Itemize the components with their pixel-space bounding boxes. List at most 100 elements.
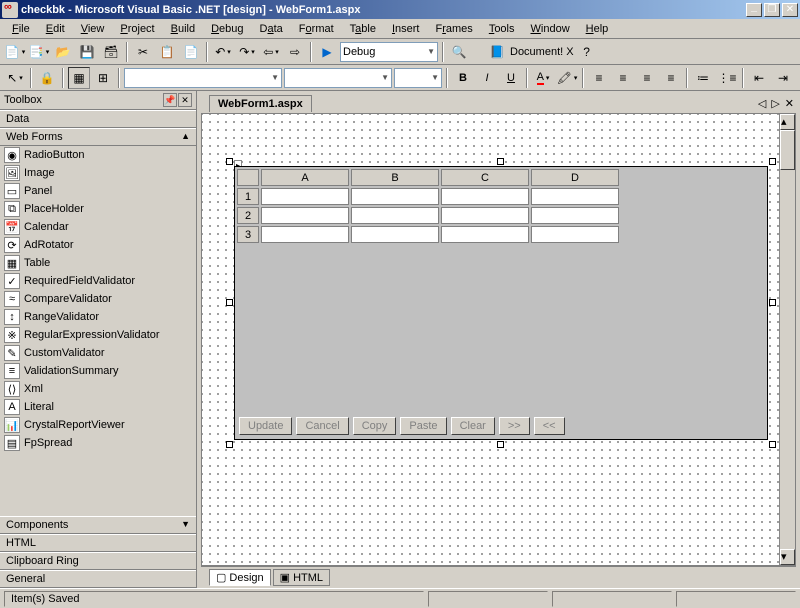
- spread-grid[interactable]: ABCD 1 2 3: [235, 167, 621, 245]
- redo-button[interactable]: ↷: [236, 41, 258, 63]
- menu-window[interactable]: Window: [523, 21, 578, 37]
- nav-fwd-button[interactable]: ⇨: [284, 41, 306, 63]
- size-combo[interactable]: ▼: [394, 68, 442, 88]
- find-button[interactable]: 🔍: [448, 41, 470, 63]
- bold-button[interactable]: B: [452, 67, 474, 89]
- toolbox-item[interactable]: ▭Panel: [0, 182, 196, 200]
- add-item-button[interactable]: 📑: [28, 41, 50, 63]
- menu-frames[interactable]: Frames: [428, 21, 481, 37]
- docx-help-button[interactable]: ?: [576, 41, 598, 63]
- toolbox-item[interactable]: ▦Table: [0, 254, 196, 272]
- snap-button[interactable]: ⊞: [92, 67, 114, 89]
- menu-table[interactable]: Table: [342, 21, 384, 37]
- pointer-button[interactable]: ↖: [4, 67, 26, 89]
- spread-clear-button[interactable]: Clear: [451, 417, 495, 435]
- undo-button[interactable]: ↶: [212, 41, 234, 63]
- menu-debug[interactable]: Debug: [203, 21, 251, 37]
- design-surface[interactable]: ▴ ▾ ▸ ABCD 1 2 3: [201, 113, 796, 566]
- menu-build[interactable]: Build: [163, 21, 203, 37]
- toolbox-item[interactable]: ALiteral: [0, 398, 196, 416]
- menu-project[interactable]: Project: [112, 21, 162, 37]
- spread-update-button[interactable]: Update: [239, 417, 292, 435]
- toolbox-cat-html[interactable]: HTML: [0, 534, 196, 552]
- ol-button[interactable]: ≔: [692, 67, 714, 89]
- toolbox-item[interactable]: 📊CrystalReportViewer: [0, 416, 196, 434]
- nav-back-button[interactable]: ⇦: [260, 41, 282, 63]
- toolbox-item[interactable]: ≈CompareValidator: [0, 290, 196, 308]
- menu-format[interactable]: Format: [291, 21, 342, 37]
- new-project-button[interactable]: 📄: [4, 41, 26, 63]
- design-view-tab[interactable]: ▢Design: [209, 569, 271, 586]
- app-icon: [2, 2, 18, 18]
- spread--button[interactable]: >>: [499, 417, 530, 435]
- toolbox-cat-webforms[interactable]: Web Forms▲: [0, 128, 196, 146]
- toolbox-close-icon[interactable]: ✕: [178, 93, 192, 107]
- toolbox-item[interactable]: 🖼Image: [0, 164, 196, 182]
- menu-data[interactable]: Data: [252, 21, 291, 37]
- toolbox-item[interactable]: ⟳AdRotator: [0, 236, 196, 254]
- italic-button[interactable]: I: [476, 67, 498, 89]
- align-left-button[interactable]: ≡: [588, 67, 610, 89]
- tab-close-icon[interactable]: ✕: [783, 97, 796, 110]
- tab-next-icon[interactable]: ▷: [769, 97, 781, 110]
- toolbox-cat-data[interactable]: Data: [0, 110, 196, 128]
- minimize-button[interactable]: _: [746, 3, 762, 17]
- outdent-button[interactable]: ⇤: [748, 67, 770, 89]
- open-button[interactable]: 📂: [52, 41, 74, 63]
- restore-button[interactable]: ❐: [764, 3, 780, 17]
- toolbox-item[interactable]: ⟨⟩Xml: [0, 380, 196, 398]
- toolbox-item[interactable]: ✓RequiredFieldValidator: [0, 272, 196, 290]
- docx-icon[interactable]: 📘: [486, 41, 508, 63]
- close-button[interactable]: ✕: [782, 3, 798, 17]
- vertical-scrollbar[interactable]: ▴ ▾: [779, 114, 795, 565]
- align-justify-button[interactable]: ≡: [660, 67, 682, 89]
- backcolor-button[interactable]: 🖍: [556, 67, 578, 89]
- menu-tools[interactable]: Tools: [481, 21, 523, 37]
- forecolor-button[interactable]: A: [532, 67, 554, 89]
- save-button[interactable]: 💾: [76, 41, 98, 63]
- toolbox-cat-general[interactable]: General: [0, 570, 196, 588]
- config-combo[interactable]: Debug▼: [340, 42, 438, 62]
- toolbar-standard: 📄 📑 📂 💾 🗃 ✂ 📋 📄 ↶ ↷ ⇦ ⇨ ▶ Debug▼ 🔍 📘 Doc…: [0, 39, 800, 65]
- menu-file[interactable]: File: [4, 21, 38, 37]
- menu-insert[interactable]: Insert: [384, 21, 428, 37]
- spread-paste-button[interactable]: Paste: [400, 417, 446, 435]
- lock-button[interactable]: 🔒: [36, 67, 58, 89]
- save-all-button[interactable]: 🗃: [100, 41, 122, 63]
- toolbox-item[interactable]: ≡ValidationSummary: [0, 362, 196, 380]
- menu-help[interactable]: Help: [578, 21, 617, 37]
- underline-button[interactable]: U: [500, 67, 522, 89]
- toolbox-item[interactable]: 📅Calendar: [0, 218, 196, 236]
- ul-button[interactable]: ⋮≡: [716, 67, 738, 89]
- start-button[interactable]: ▶: [316, 41, 338, 63]
- toolbox-item[interactable]: ▤FpSpread: [0, 434, 196, 452]
- toolbox-item-icon: ✓: [4, 273, 20, 289]
- spread--button[interactable]: <<: [534, 417, 565, 435]
- toolbox-cat-clipboard[interactable]: Clipboard Ring: [0, 552, 196, 570]
- spread-cancel-button[interactable]: Cancel: [296, 417, 348, 435]
- cut-button[interactable]: ✂: [132, 41, 154, 63]
- toolbox-cat-components[interactable]: Components▼: [0, 516, 196, 534]
- font-combo[interactable]: ▼: [284, 68, 392, 88]
- toolbox-header: Toolbox 📌 ✕: [0, 91, 196, 110]
- menu-view[interactable]: View: [73, 21, 113, 37]
- html-view-tab[interactable]: ▣HTML: [273, 569, 330, 586]
- spread-copy-button[interactable]: Copy: [353, 417, 397, 435]
- fpspread-control[interactable]: ▸ ABCD 1 2 3 UpdateCancelCopyPasteClear>…: [230, 162, 772, 444]
- align-right-button[interactable]: ≡: [636, 67, 658, 89]
- document-tab[interactable]: WebForm1.aspx: [209, 95, 312, 112]
- align-center-button[interactable]: ≡: [612, 67, 634, 89]
- toolbox-item[interactable]: ✎CustomValidator: [0, 344, 196, 362]
- copy-button[interactable]: 📋: [156, 41, 178, 63]
- style-combo[interactable]: ▼: [124, 68, 282, 88]
- grid-button[interactable]: ▦: [68, 67, 90, 89]
- toolbox-item[interactable]: ※RegularExpressionValidator: [0, 326, 196, 344]
- tab-prev-icon[interactable]: ◁: [756, 97, 768, 110]
- paste-button[interactable]: 📄: [180, 41, 202, 63]
- toolbox-item[interactable]: ◉RadioButton: [0, 146, 196, 164]
- toolbox-item[interactable]: ⧉PlaceHolder: [0, 200, 196, 218]
- indent-button[interactable]: ⇥: [772, 67, 794, 89]
- menu-edit[interactable]: Edit: [38, 21, 73, 37]
- toolbox-item[interactable]: ↕RangeValidator: [0, 308, 196, 326]
- toolbox-pin-icon[interactable]: 📌: [163, 93, 177, 107]
